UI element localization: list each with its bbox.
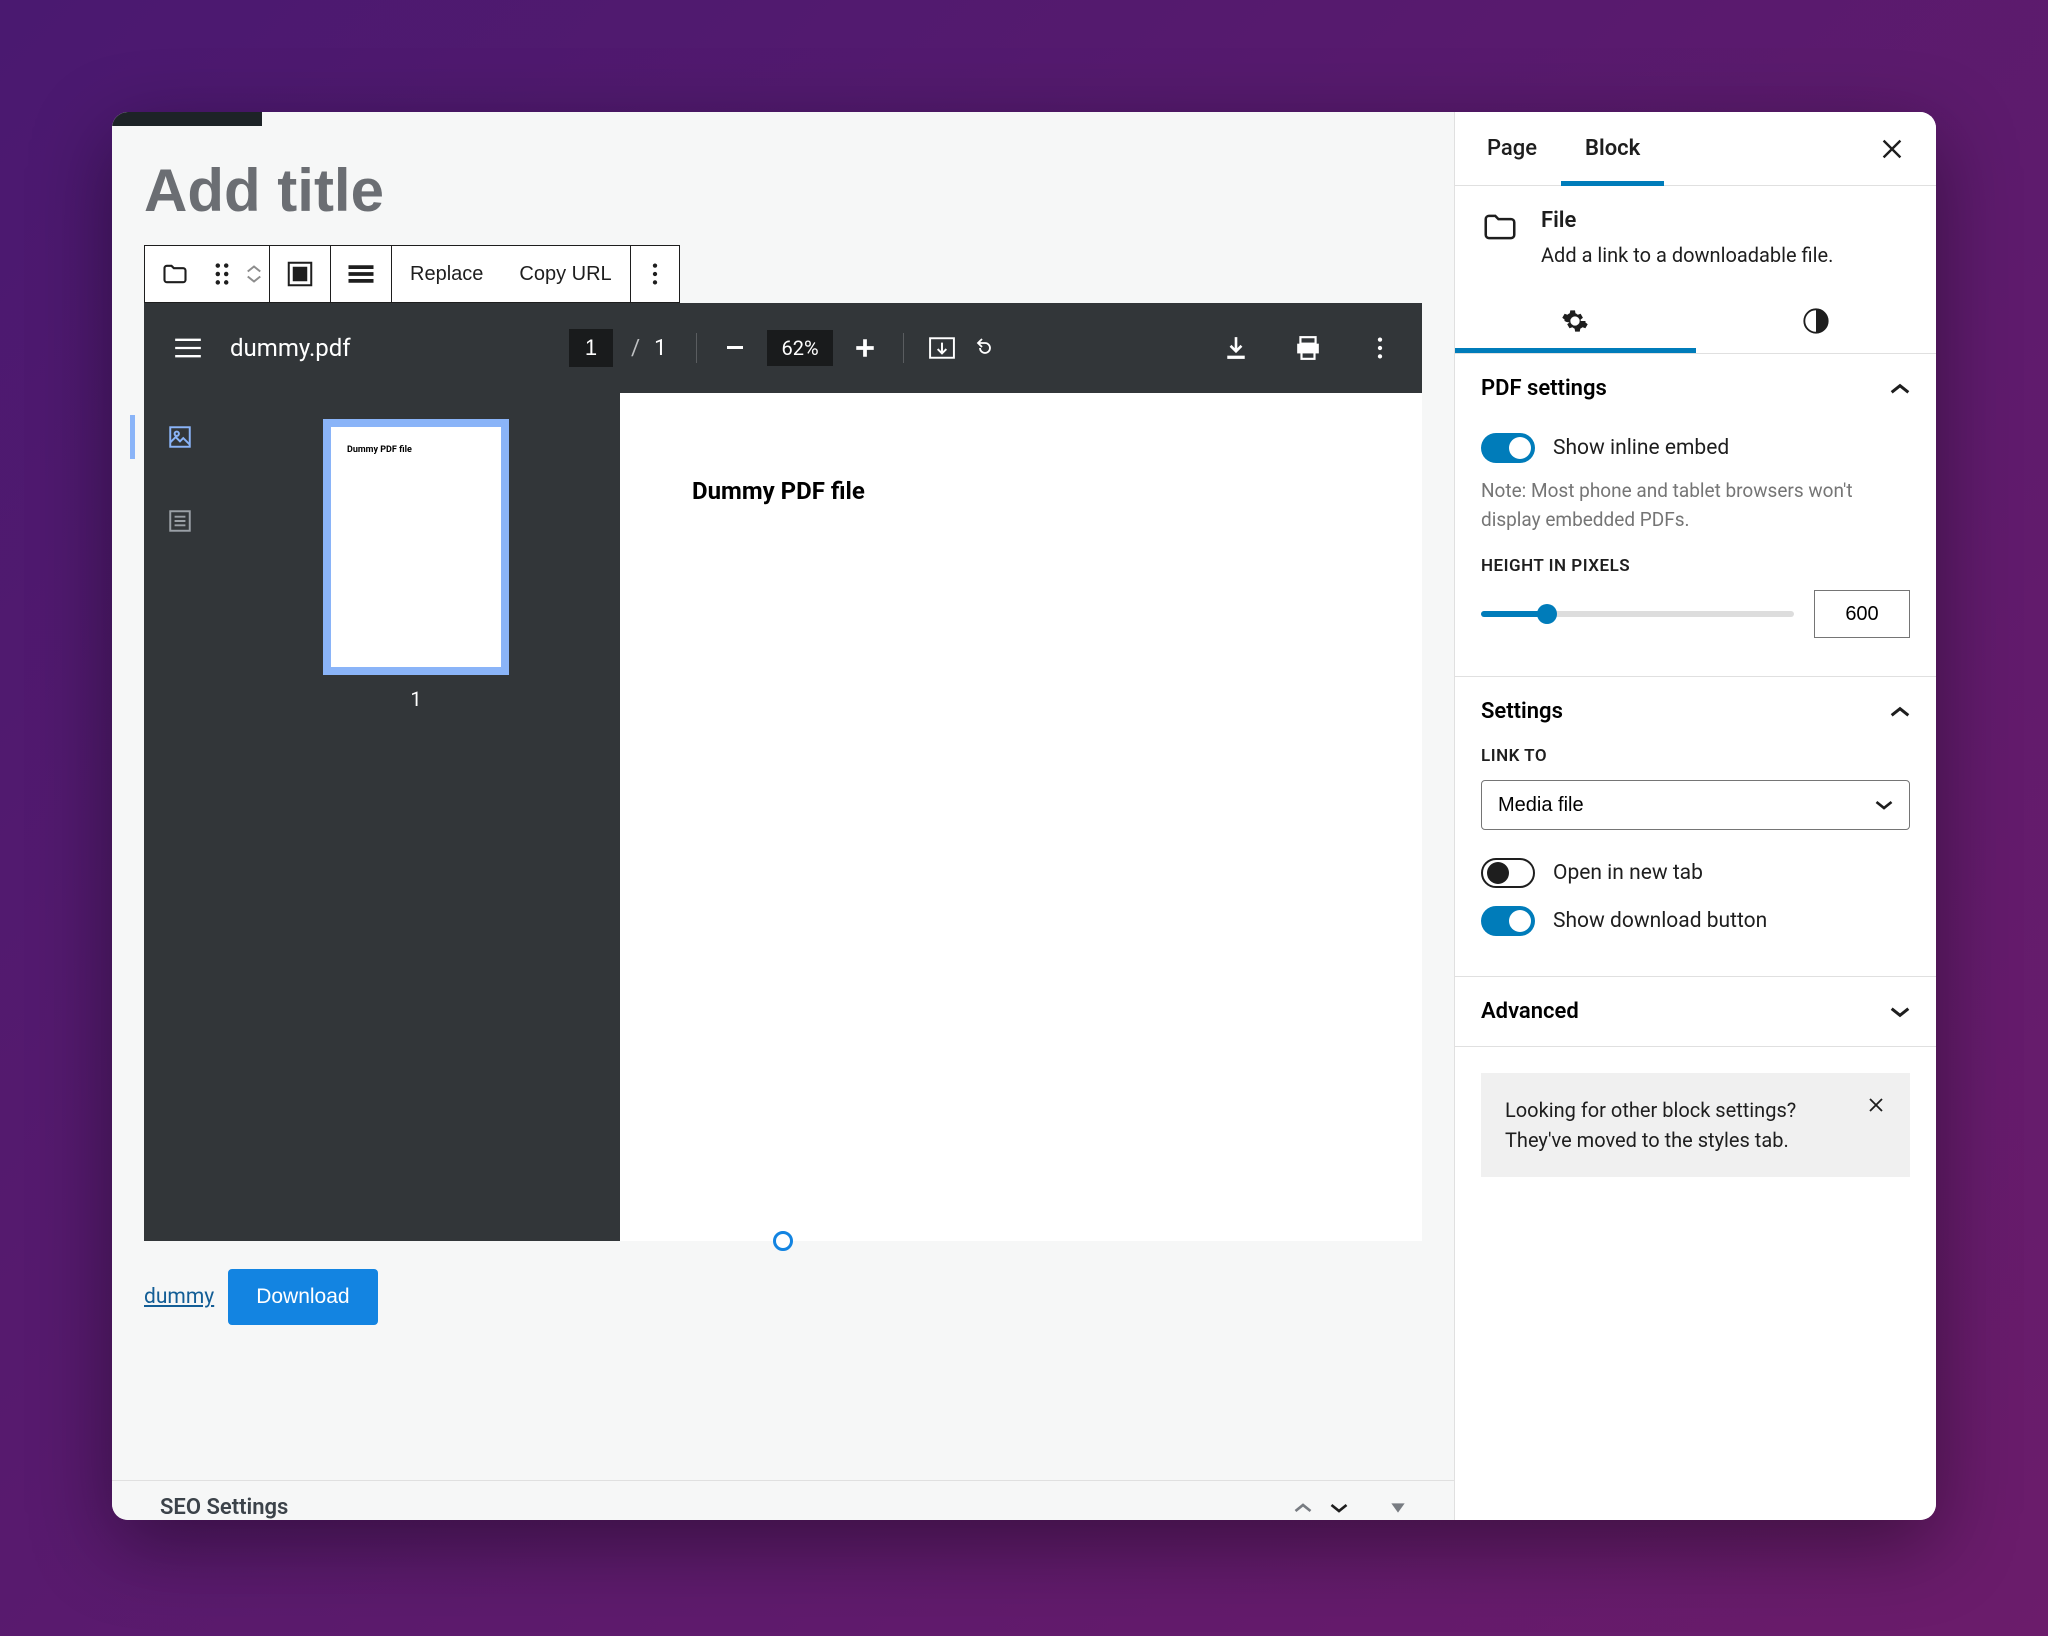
pdf-more-button[interactable] (1362, 330, 1398, 366)
block-type-button[interactable] (145, 246, 205, 302)
chevron-up-icon (1890, 705, 1910, 719)
pdf-outline-tab[interactable] (162, 503, 198, 539)
panel-settings-toggle[interactable]: Settings (1455, 677, 1936, 746)
download-button[interactable]: Download (228, 1269, 377, 1325)
seo-settings-panel[interactable]: SEO Settings (112, 1480, 1454, 1520)
styles-tip: Looking for other block settings? They'v… (1481, 1073, 1910, 1177)
settings-sidebar: Page Block File Add a link to a download… (1454, 112, 1936, 1520)
pdf-menu-button[interactable] (168, 337, 208, 359)
seo-settings-label: SEO Settings (160, 1495, 288, 1520)
panel-settings: Settings LINK TO Media file Open in new … (1455, 677, 1936, 977)
pdf-zoom-out-button[interactable] (717, 330, 753, 366)
pdf-zoom-in-button[interactable] (847, 330, 883, 366)
panel-pdf-settings-toggle[interactable]: PDF settings (1455, 354, 1936, 423)
editor-window: Replace Copy URL dummy.pdf / 1 (112, 112, 1936, 1520)
resize-handle[interactable] (773, 1231, 793, 1251)
pdf-sidebar: Dummy PDF file 1 (144, 393, 620, 1241)
chevron-up-icon (1890, 382, 1910, 396)
subtab-settings[interactable] (1455, 289, 1696, 353)
caret-down-icon[interactable] (1330, 1502, 1348, 1514)
link-to-label: LINK TO (1481, 746, 1910, 766)
chevron-down-icon (1890, 1005, 1910, 1019)
subtab-styles[interactable] (1696, 289, 1937, 353)
move-buttons[interactable] (239, 246, 269, 302)
replace-button[interactable]: Replace (392, 246, 501, 302)
pdf-download-button[interactable] (1218, 330, 1254, 366)
block-card: File Add a link to a downloadable file. (1455, 186, 1936, 289)
pdf-settings-title: PDF settings (1481, 376, 1607, 401)
pdf-print-button[interactable] (1290, 330, 1326, 366)
drag-handle[interactable] (205, 246, 239, 302)
link-to-value: Media file (1498, 794, 1584, 817)
pdf-viewer-toolbar: dummy.pdf / 1 62% (144, 303, 1422, 393)
contrast-icon (1802, 307, 1830, 335)
height-slider[interactable] (1481, 611, 1794, 617)
open-new-tab-label: Open in new tab (1553, 861, 1703, 885)
pdf-rotate-button[interactable] (964, 330, 1000, 366)
settings-title: Settings (1481, 699, 1563, 724)
toggle-show-inline[interactable] (1481, 433, 1535, 463)
panel-advanced: Advanced (1455, 977, 1936, 1047)
inline-note: Note: Most phone and tablet browsers won… (1481, 477, 1910, 534)
advanced-title: Advanced (1481, 999, 1579, 1024)
block-description: Add a link to a downloadable file. (1541, 243, 1833, 267)
block-name: File (1541, 208, 1833, 233)
tab-block[interactable]: Block (1561, 112, 1664, 186)
pdf-zoom-value[interactable]: 62% (767, 330, 832, 366)
block-toolbar: Replace Copy URL (144, 245, 680, 303)
pdf-filename: dummy.pdf (230, 334, 351, 362)
show-download-label: Show download button (1553, 909, 1767, 933)
panel-pdf-settings: PDF settings Show inline embed Note: Mos… (1455, 354, 1936, 677)
pdf-thumb-heading: Dummy PDF file (347, 445, 412, 455)
width-button[interactable] (331, 246, 391, 302)
link-to-select[interactable]: Media file (1481, 780, 1910, 830)
file-name-link[interactable]: dummy (144, 1285, 214, 1309)
gear-icon (1561, 307, 1589, 335)
height-label: HEIGHT IN PIXELS (1481, 556, 1910, 576)
pdf-thumbnail[interactable]: Dummy PDF file (323, 419, 509, 675)
pdf-page-total: 1 (654, 336, 666, 361)
more-options-button[interactable] (631, 246, 679, 302)
editor-canvas: Replace Copy URL dummy.pdf / 1 (112, 112, 1454, 1520)
tip-close-button[interactable] (1866, 1095, 1886, 1115)
pdf-page-input[interactable] (569, 329, 613, 367)
copy-url-button[interactable]: Copy URL (501, 246, 629, 302)
pdf-embed: dummy.pdf / 1 62% (144, 303, 1422, 1241)
caret-up-icon[interactable] (1294, 1502, 1312, 1514)
align-button[interactable] (270, 246, 330, 302)
pdf-fit-button[interactable] (924, 330, 960, 366)
height-input[interactable] (1814, 590, 1910, 638)
tab-page[interactable]: Page (1463, 112, 1561, 186)
show-inline-label: Show inline embed (1553, 436, 1729, 460)
chevron-down-icon (1875, 799, 1893, 811)
panel-advanced-toggle[interactable]: Advanced (1455, 977, 1936, 1046)
close-sidebar-button[interactable] (1868, 125, 1916, 173)
toggle-open-new-tab[interactable] (1481, 858, 1535, 888)
tip-text: Looking for other block settings? They'v… (1505, 1095, 1846, 1155)
post-title-input[interactable] (112, 112, 1454, 233)
pdf-page-view[interactable]: Dummy PDF file (620, 393, 1422, 1241)
pdf-page-separator: / (631, 336, 640, 361)
admin-bar-notch (112, 112, 262, 126)
toggle-show-download[interactable] (1481, 906, 1535, 936)
triangle-down-icon[interactable] (1390, 1502, 1406, 1514)
file-block-icon (1481, 208, 1523, 250)
pdf-page-heading: Dummy PDF file (692, 477, 865, 505)
pdf-thumbnails-tab[interactable] (162, 419, 198, 455)
pdf-thumb-number: 1 (410, 687, 421, 711)
